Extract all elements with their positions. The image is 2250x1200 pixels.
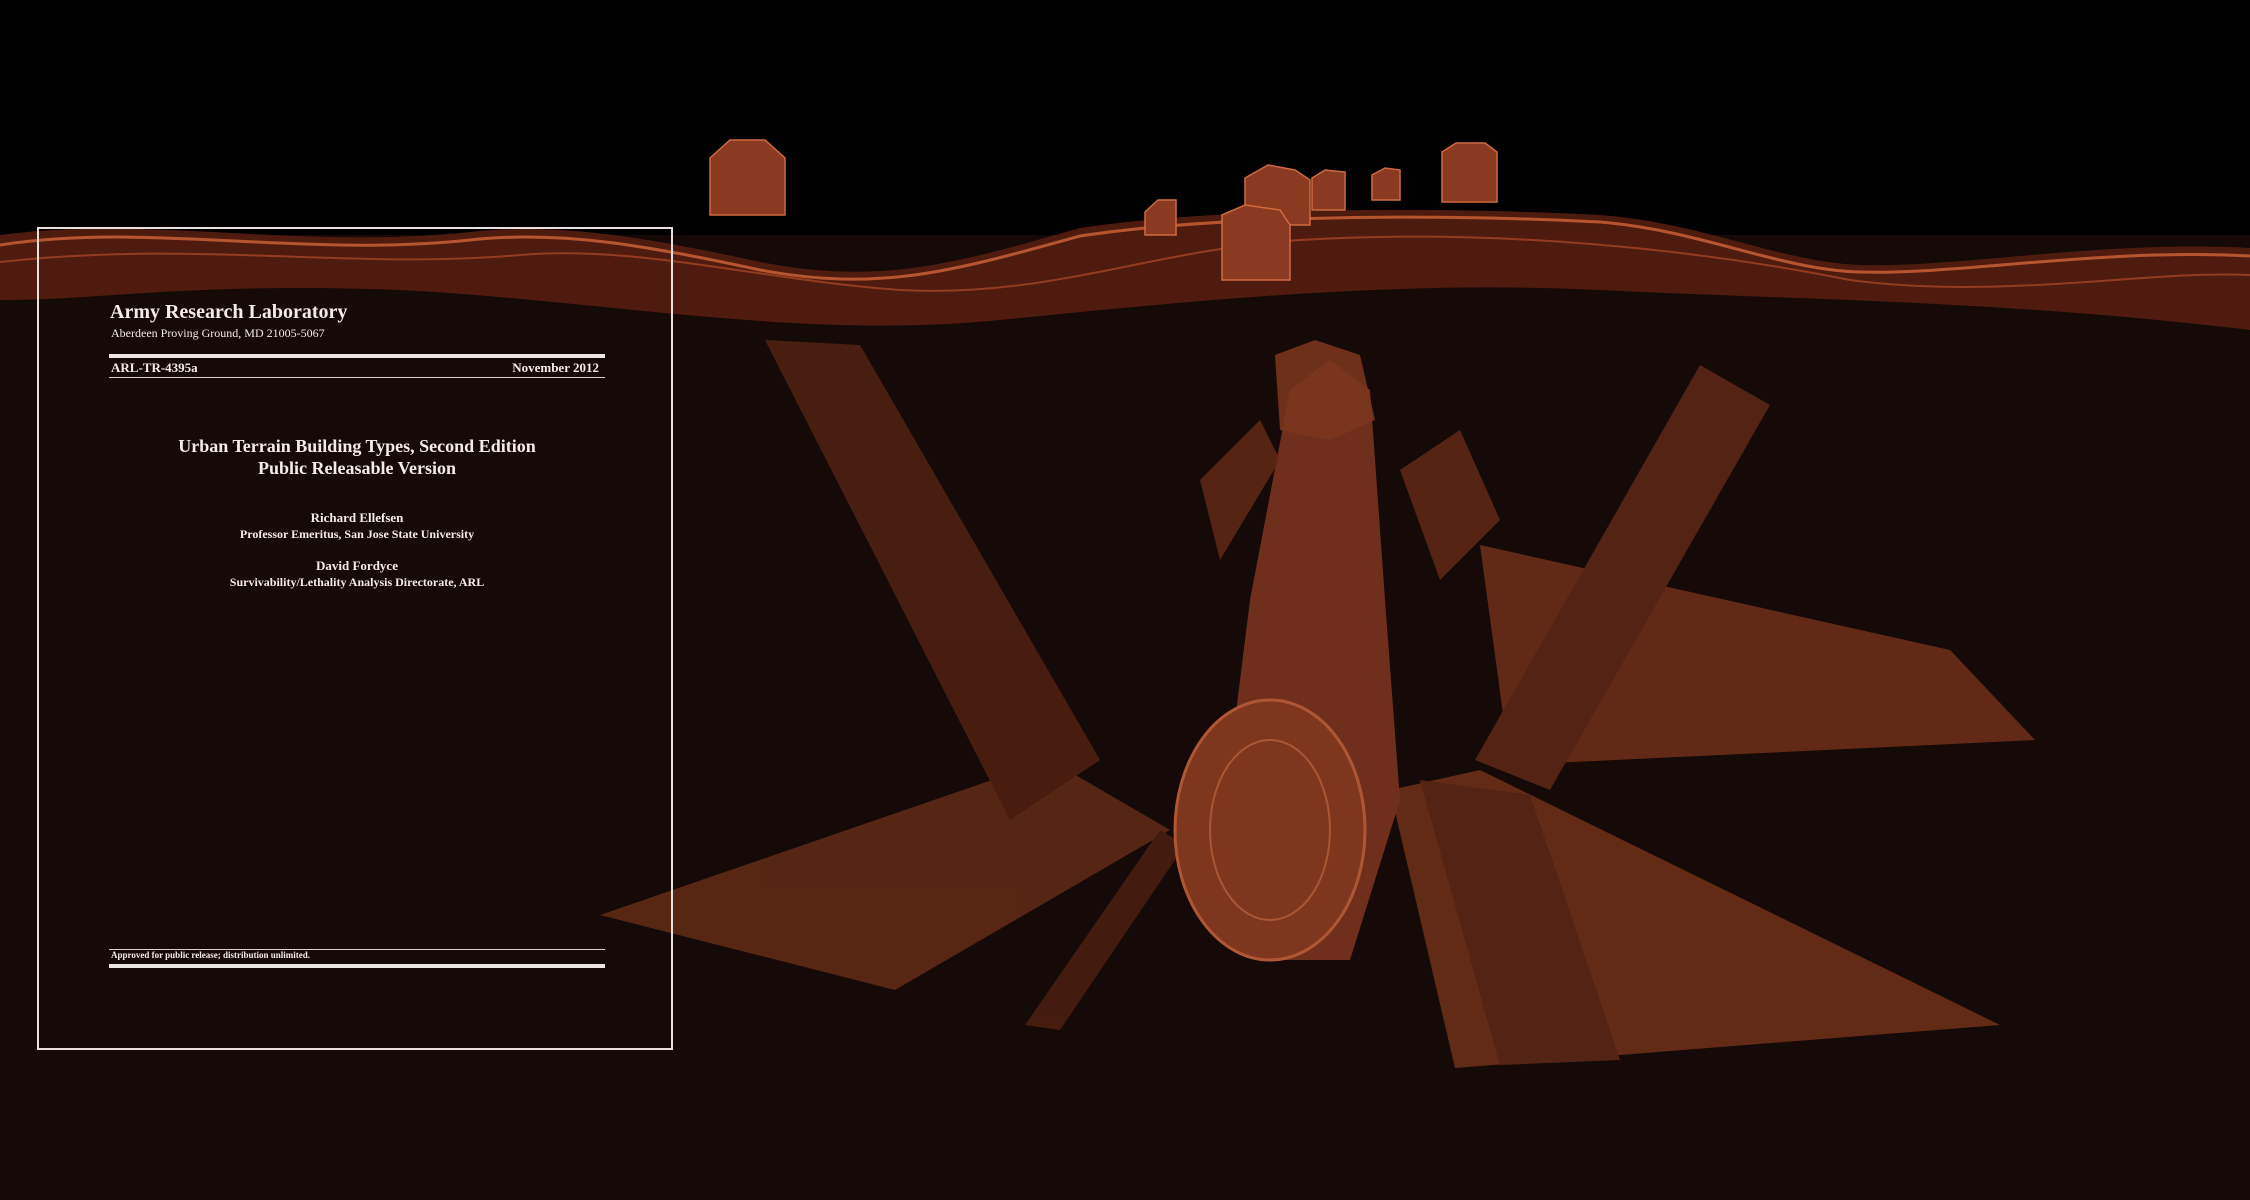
header-rule-thin: [109, 377, 605, 378]
report-number: ARL-TR-4395a: [111, 360, 198, 375]
report-title: Urban Terrain Building Types, Second Edi…: [178, 436, 536, 456]
report-subtitle: Public Releasable Version: [257, 458, 456, 478]
distribution-statement: Approved for public release; distributio…: [111, 950, 311, 960]
aircraft-canopy: [1275, 340, 1375, 440]
footer-rule-thick: [109, 964, 605, 968]
building-5: [1311, 169, 1346, 211]
report-date: November 2012: [512, 360, 599, 375]
author-affiliation: Survivability/Lethality Analysis Directo…: [229, 575, 485, 589]
author-name: Richard Ellefsen: [310, 510, 404, 525]
header-rule-thick: [109, 354, 605, 358]
building-6: [1371, 167, 1401, 201]
night-sky: [0, 0, 2250, 235]
lab-name: Army Research Laboratory: [110, 301, 348, 323]
building-4: [1221, 204, 1291, 281]
lab-address: Aberdeen Proving Ground, MD 21005-5067: [111, 326, 325, 340]
building-7: [1441, 142, 1498, 203]
author-name: David Fordyce: [316, 558, 398, 573]
building-1: [709, 139, 786, 216]
author-affiliation: Professor Emeritus, San Jose State Unive…: [239, 527, 475, 541]
report-cover-page: Army Research Laboratory Aberdeen Provin…: [37, 227, 673, 1050]
